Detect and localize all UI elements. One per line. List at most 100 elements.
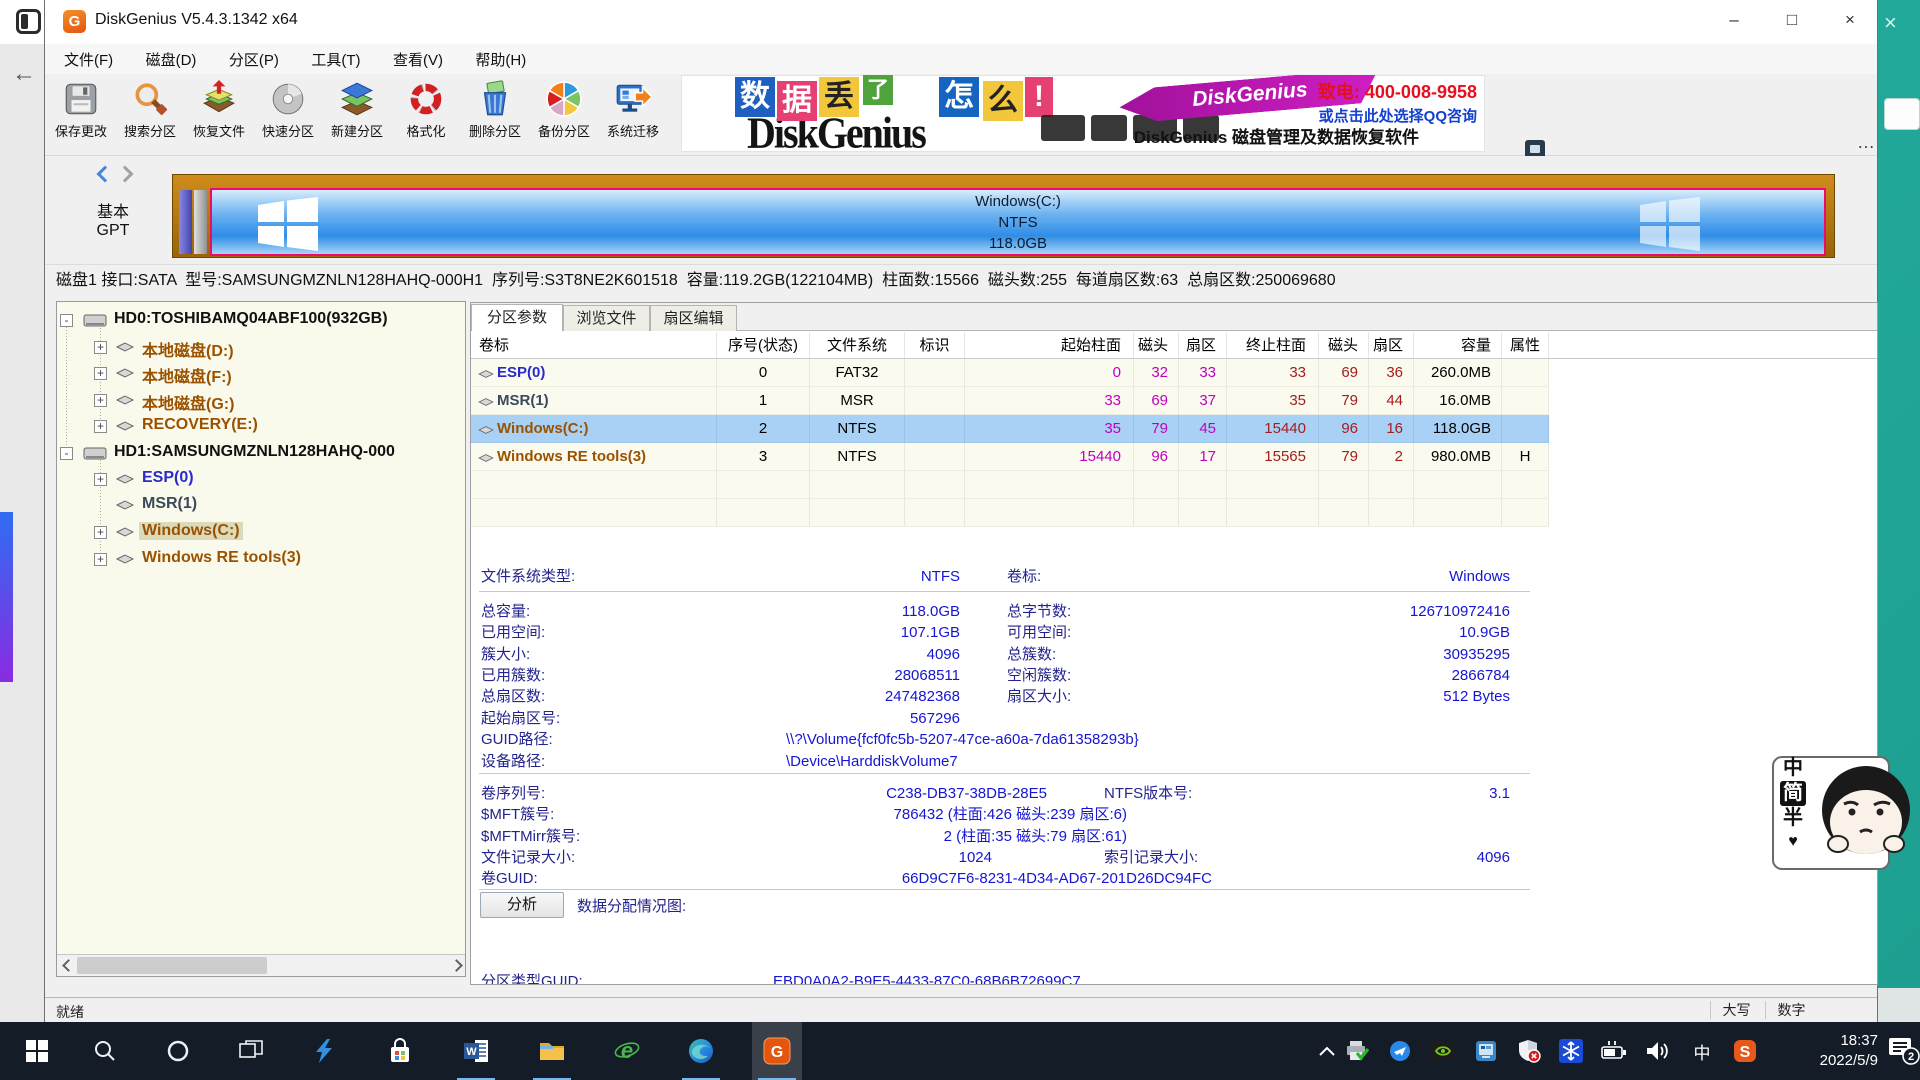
- tab-sector-edit[interactable]: 扇区编辑: [650, 305, 737, 331]
- menu-disk[interactable]: 磁盘(D): [137, 44, 206, 75]
- svg-text:2: 2: [1908, 1051, 1914, 1063]
- collapse-icon[interactable]: -: [60, 447, 73, 460]
- msr-partition-segment[interactable]: [194, 190, 207, 254]
- format-button[interactable]: 格式化: [393, 76, 459, 154]
- table-row-msr[interactable]: MSR(1) 1 MSR 33 69 37 35 79 44 16.0MB: [471, 387, 1549, 415]
- widget-mode-simplified[interactable]: 简: [1780, 781, 1806, 806]
- system-migration-button[interactable]: 系统迁移: [600, 76, 666, 154]
- banner-contact[interactable]: 致电: 400-008-9958 或点击此处选择QQ咨询: [1318, 78, 1477, 126]
- recover-files-button[interactable]: 恢复文件: [186, 76, 252, 154]
- next-disk-icon[interactable]: [117, 166, 134, 183]
- maximize-button[interactable]: □: [1763, 0, 1821, 40]
- delete-partition-button[interactable]: 删除分区: [462, 76, 528, 154]
- store-icon: [387, 1038, 413, 1064]
- tray-defender-icon[interactable]: [1514, 1022, 1544, 1080]
- widget-mode-cn[interactable]: 中: [1780, 756, 1806, 781]
- menu-tools[interactable]: 工具(T): [302, 44, 369, 75]
- expand-icon[interactable]: +: [94, 341, 107, 354]
- background-close-icon: ×: [1884, 10, 1897, 36]
- tray-ime-indicator[interactable]: 中: [1687, 1022, 1717, 1080]
- edge-button[interactable]: [676, 1022, 726, 1080]
- widget-mode-half[interactable]: 半: [1780, 806, 1806, 831]
- close-button[interactable]: ×: [1821, 0, 1879, 40]
- esp-partition-segment[interactable]: [179, 190, 192, 254]
- backup-partition-button[interactable]: 备份分区: [531, 76, 597, 154]
- quick-partition-button[interactable]: 快速分区: [255, 76, 321, 154]
- cortana-button[interactable]: [153, 1022, 203, 1080]
- search-partition-button[interactable]: 搜索分区: [117, 76, 183, 154]
- taskbar-clock[interactable]: 18:37 2022/5/9: [1790, 1031, 1878, 1071]
- windows-partition-segment[interactable]: Windows(C:) NTFS 118.0GB: [210, 188, 1826, 256]
- tray-expand-button[interactable]: [1312, 1022, 1342, 1080]
- ime-assistant-widget[interactable]: 中 简 半 ♥: [1772, 752, 1920, 874]
- banner-phone-number[interactable]: 致电: 400-008-9958: [1318, 78, 1477, 104]
- battery-icon: [1600, 1040, 1628, 1062]
- tray-snowflake-icon[interactable]: [1556, 1022, 1586, 1080]
- file-explorer-button[interactable]: [527, 1022, 577, 1080]
- word-button[interactable]: W: [451, 1022, 501, 1080]
- diskgenius-logo-icon: G: [63, 10, 86, 33]
- notification-center-button[interactable]: 2: [1888, 1036, 1920, 1071]
- disk-bar[interactable]: Windows(C:) NTFS 118.0GB: [172, 174, 1835, 258]
- menu-partition[interactable]: 分区(P): [220, 44, 288, 75]
- tree-horizontal-scrollbar[interactable]: [57, 954, 465, 976]
- menu-file[interactable]: 文件(F): [55, 44, 122, 75]
- scroll-right-icon[interactable]: [445, 955, 465, 976]
- desktop-scroll-fragment: [1884, 98, 1920, 130]
- tray-sogou-icon[interactable]: S: [1730, 1022, 1760, 1080]
- minimize-button[interactable]: –: [1705, 0, 1763, 40]
- overflow-dots-icon[interactable]: …: [1857, 132, 1877, 153]
- table-row-windows-re[interactable]: Windows RE tools(3) 3 NTFS 15440 96 17 1…: [471, 443, 1549, 471]
- taskbar-search-button[interactable]: [80, 1022, 130, 1080]
- save-changes-button[interactable]: 保存更改: [48, 76, 114, 154]
- trash-icon: [476, 80, 514, 118]
- ad-banner[interactable]: DiskGenius 数 据 丢 了 怎 么 ! DiskGenius 致电: …: [681, 75, 1485, 152]
- background-app-icon[interactable]: [16, 9, 41, 34]
- clock-date: 2022/5/9: [1790, 1051, 1878, 1071]
- internet-explorer-button[interactable]: e: [602, 1022, 652, 1080]
- flash-app-button[interactable]: [299, 1022, 349, 1080]
- prev-disk-icon[interactable]: [97, 166, 114, 183]
- widget-mode-column[interactable]: 中 简 半 ♥: [1780, 756, 1806, 853]
- scroll-left-icon[interactable]: [57, 955, 77, 976]
- disk-scheme-label: GPT: [73, 222, 153, 240]
- detail-tabs: 分区参数 浏览文件 扇区编辑: [471, 303, 1877, 331]
- titlebar: G DiskGenius V5.4.3.1342 x64 – □ ×: [45, 0, 1877, 44]
- expand-icon[interactable]: +: [94, 420, 107, 433]
- partition-icon: [115, 366, 135, 380]
- tray-printer-icon[interactable]: [1342, 1022, 1372, 1080]
- microsoft-store-button[interactable]: [375, 1022, 425, 1080]
- task-view-button[interactable]: [226, 1022, 276, 1080]
- heart-icon[interactable]: ♥: [1780, 831, 1806, 853]
- expand-icon[interactable]: +: [94, 526, 107, 539]
- tray-intel-graphics-icon[interactable]: [1471, 1022, 1501, 1080]
- diskgenius-taskbar-button[interactable]: G: [752, 1022, 802, 1080]
- expand-icon[interactable]: +: [94, 553, 107, 566]
- detail-row: 卷序列号:C238-DB37-38DB-28E5 NTFS版本号:3.1: [471, 783, 1877, 804]
- tab-partition-parameters[interactable]: 分区参数: [471, 304, 563, 331]
- scrollbar-thumb[interactable]: [77, 957, 267, 974]
- disk-icon: [83, 313, 107, 329]
- expand-icon[interactable]: +: [94, 394, 107, 407]
- tray-volume-icon[interactable]: [1643, 1022, 1673, 1080]
- detail-row-clipped: 分区类型GUID: EBD0A0A2-B9E5-4433-87C0-68B6B7…: [471, 971, 1877, 985]
- new-partition-button[interactable]: 新建分区: [324, 76, 390, 154]
- table-row-windows-c-selected[interactable]: Windows(C:) 2 NTFS 35 79 45 15440 96 16 …: [471, 415, 1549, 443]
- menu-view[interactable]: 查看(V): [384, 44, 452, 75]
- menu-help[interactable]: 帮助(H): [466, 44, 535, 75]
- table-row-esp[interactable]: ESP(0) 0 FAT32 0 32 33 33 69 36 260.0MB: [471, 359, 1549, 387]
- snowflake-icon: [1559, 1039, 1583, 1063]
- chevron-up-icon: [1318, 1045, 1336, 1057]
- format-icon: [407, 80, 445, 118]
- back-arrow-icon[interactable]: ←: [12, 60, 36, 88]
- collapse-icon[interactable]: -: [60, 314, 73, 327]
- expand-icon[interactable]: +: [94, 473, 107, 486]
- analyze-button[interactable]: 分析: [480, 892, 564, 918]
- start-button[interactable]: [12, 1022, 62, 1080]
- expand-icon[interactable]: +: [94, 367, 107, 380]
- tray-mail-icon[interactable]: [1385, 1022, 1415, 1080]
- tab-browse-files[interactable]: 浏览文件: [563, 305, 650, 331]
- tray-power-icon[interactable]: [1599, 1022, 1629, 1080]
- tray-nvidia-icon[interactable]: [1428, 1022, 1458, 1080]
- partition-map-panel: 基本 GPT Windows(C:) NTFS 118.0GB: [45, 156, 1877, 264]
